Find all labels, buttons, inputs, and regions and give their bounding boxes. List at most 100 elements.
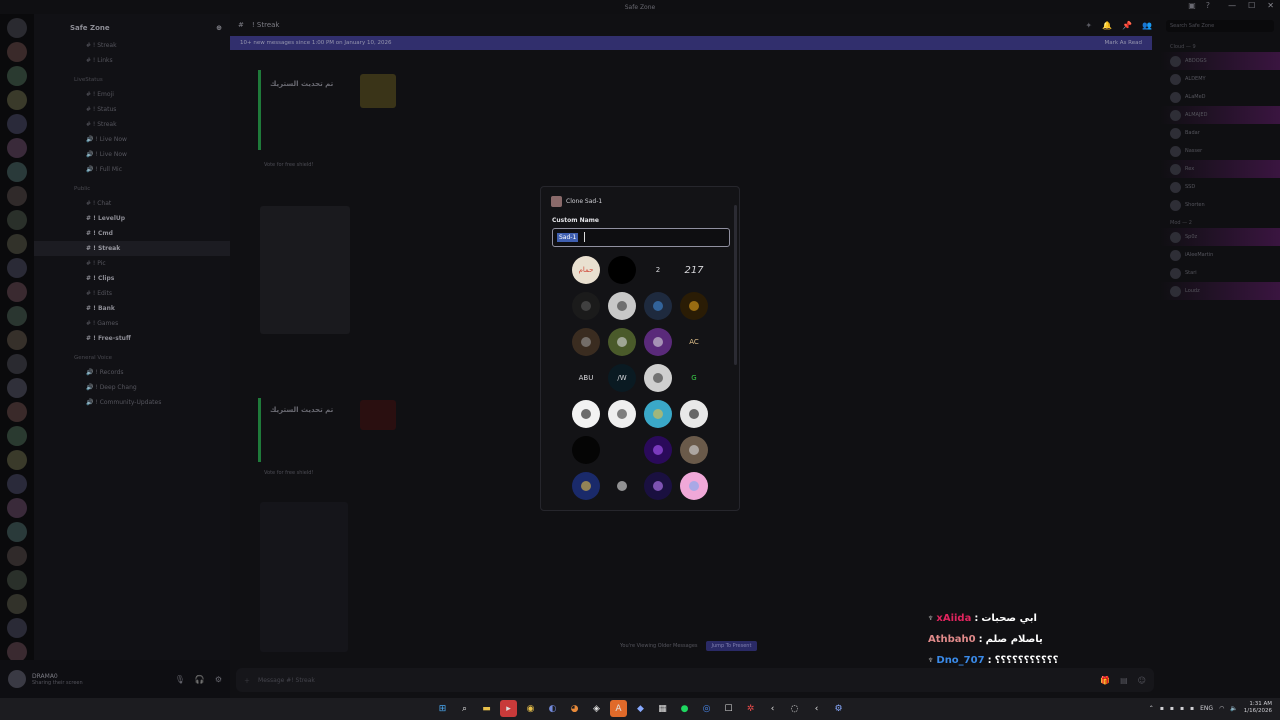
- server-icon[interactable]: [7, 306, 27, 326]
- server-icon[interactable]: [7, 402, 27, 422]
- app-bluecircle-icon[interactable]: ◎: [698, 700, 715, 717]
- server-icon[interactable]: [7, 426, 27, 446]
- channel-item[interactable]: # ! Links: [34, 53, 230, 68]
- tray-app-icon[interactable]: ▪: [1160, 705, 1164, 712]
- member-item[interactable]: Loudz: [1160, 282, 1280, 300]
- channel-item[interactable]: # ! Pic: [34, 256, 230, 271]
- member-item[interactable]: iAleeMartin: [1160, 246, 1280, 264]
- member-item[interactable]: Shorten: [1160, 196, 1280, 214]
- browser-icon[interactable]: ◕: [566, 700, 583, 717]
- avatar-ghost[interactable]: [608, 292, 636, 320]
- member-item[interactable]: ALaMeD: [1160, 88, 1280, 106]
- channel-item[interactable]: # ! Chat: [34, 196, 230, 211]
- member-item[interactable]: Sp0z: [1160, 228, 1280, 246]
- app-arrow2-icon[interactable]: ‹: [808, 700, 825, 717]
- channel-item[interactable]: # ! Edits: [34, 286, 230, 301]
- server-icon[interactable]: [7, 162, 27, 182]
- inbox-icon[interactable]: ▣: [1188, 1, 1196, 10]
- app-red-icon[interactable]: ▸: [500, 700, 517, 717]
- server-icon[interactable]: [7, 18, 27, 38]
- server-icon[interactable]: [7, 642, 27, 662]
- app-grid-icon[interactable]: ▦: [654, 700, 671, 717]
- folder-icon[interactable]: ▬: [478, 700, 495, 717]
- avatar-number-2[interactable]: 2: [644, 256, 672, 284]
- message-image[interactable]: [260, 206, 350, 334]
- gif-icon[interactable]: ▤: [1120, 676, 1128, 685]
- avatar-black-circle[interactable]: [572, 436, 600, 464]
- avatar-purple-mc[interactable]: [644, 436, 672, 464]
- channel-item[interactable]: # ! LevelUp: [34, 211, 230, 226]
- avatar-pink-heart[interactable]: [680, 472, 708, 500]
- server-icon[interactable]: [7, 210, 27, 230]
- avatar-black[interactable]: [608, 256, 636, 284]
- wifi-icon[interactable]: ◠: [1219, 705, 1224, 712]
- channel-category[interactable]: Public: [34, 181, 230, 196]
- app-orange-icon[interactable]: A: [610, 700, 627, 717]
- tray-app-icon[interactable]: ▪: [1170, 705, 1174, 712]
- vote-link[interactable]: Vote for free shield!: [264, 162, 313, 168]
- avatar-217[interactable]: 217: [680, 256, 708, 284]
- spotify-icon[interactable]: ●: [676, 700, 693, 717]
- app-gear-red-icon[interactable]: ✲: [742, 700, 759, 717]
- server-icon[interactable]: [7, 546, 27, 566]
- avatar-abu[interactable]: ABU: [572, 364, 600, 392]
- modal-scrollbar[interactable]: [734, 205, 737, 365]
- member-item[interactable]: Rex: [1160, 160, 1280, 178]
- server-icon[interactable]: [7, 594, 27, 614]
- app-box-icon[interactable]: ☐: [720, 700, 737, 717]
- channel-item[interactable]: # ! Clips: [34, 271, 230, 286]
- mic-icon[interactable]: 🎙: [175, 675, 185, 684]
- server-icon[interactable]: [7, 618, 27, 638]
- help-icon[interactable]: ?: [1206, 1, 1210, 10]
- emoji-icon[interactable]: ☺: [1138, 676, 1146, 685]
- server-icon[interactable]: [7, 354, 27, 374]
- channel-item[interactable]: # ! Cmd: [34, 226, 230, 241]
- vote-link[interactable]: Vote for free shield!: [264, 470, 313, 476]
- threads-icon[interactable]: ✦: [1085, 21, 1092, 30]
- settings-icon[interactable]: ⚙: [830, 700, 847, 717]
- avatar-dark-plant[interactable]: [572, 292, 600, 320]
- channel-category[interactable]: LiveStatus: [34, 72, 230, 87]
- server-icon[interactable]: [7, 498, 27, 518]
- mark-as-read-button[interactable]: Mark As Read: [1104, 40, 1142, 46]
- server-header[interactable]: Safe Zone ⊕: [34, 18, 230, 38]
- custom-name-input[interactable]: Sad-1: [552, 228, 730, 247]
- clock[interactable]: 1:31 AM 1/16/2026: [1244, 701, 1272, 715]
- discord-icon[interactable]: ◐: [544, 700, 561, 717]
- maximize-button[interactable]: ☐: [1248, 1, 1255, 10]
- plus-icon[interactable]: ＋: [244, 676, 250, 685]
- server-icon[interactable]: [7, 474, 27, 494]
- server-icon[interactable]: [7, 330, 27, 350]
- steam-icon[interactable]: ◈: [588, 700, 605, 717]
- chrome-icon[interactable]: ◉: [522, 700, 539, 717]
- search-icon[interactable]: ⌕: [456, 700, 473, 717]
- server-icon[interactable]: [7, 282, 27, 302]
- server-icon[interactable]: [7, 138, 27, 158]
- server-icon[interactable]: [7, 234, 27, 254]
- avatar-arabic-logo[interactable]: حمام: [572, 256, 600, 284]
- member-item[interactable]: ALDEMY: [1160, 70, 1280, 88]
- server-icon[interactable]: [7, 66, 27, 86]
- minimize-button[interactable]: —: [1228, 1, 1236, 10]
- add-member-icon[interactable]: ⊕: [216, 24, 222, 32]
- member-item[interactable]: ALMAJED: [1160, 106, 1280, 124]
- search-input[interactable]: Search Safe Zone: [1166, 20, 1274, 32]
- close-button[interactable]: ✕: [1267, 1, 1274, 10]
- app-circle-icon[interactable]: ◌: [786, 700, 803, 717]
- server-icon[interactable]: [7, 258, 27, 278]
- gift-icon[interactable]: 🎁: [1100, 676, 1110, 685]
- channel-item[interactable]: # ! Games: [34, 316, 230, 331]
- avatar-white-glyph[interactable]: [608, 472, 636, 500]
- member-item[interactable]: SSD: [1160, 178, 1280, 196]
- avatar-white-bird[interactable]: [572, 400, 600, 428]
- windows-start-icon[interactable]: ⊞: [434, 700, 451, 717]
- avatar-aw-logo[interactable]: /W: [608, 364, 636, 392]
- app-arrow-icon[interactable]: ‹: [764, 700, 781, 717]
- avatar-soccer-ball[interactable]: [644, 364, 672, 392]
- server-icon[interactable]: [7, 522, 27, 542]
- channel-item[interactable]: # ! Bank: [34, 301, 230, 316]
- server-icon[interactable]: [7, 90, 27, 110]
- member-item[interactable]: Nasser: [1160, 142, 1280, 160]
- members-icon[interactable]: 👥: [1142, 21, 1152, 30]
- server-icon[interactable]: [7, 570, 27, 590]
